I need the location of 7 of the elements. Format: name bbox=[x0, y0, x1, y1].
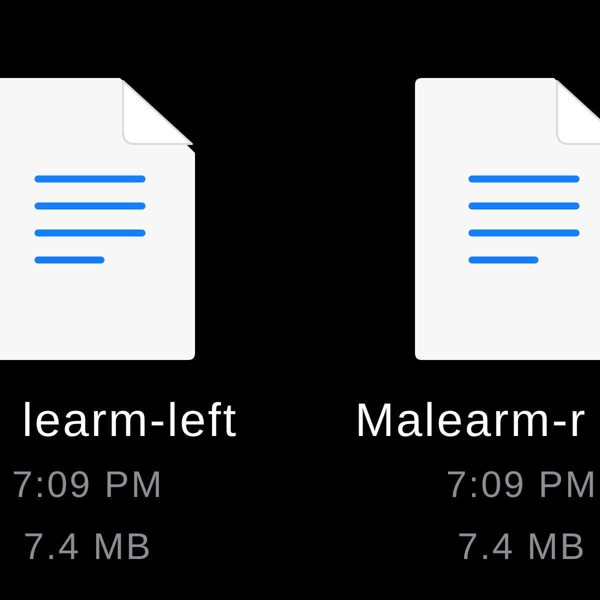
file-size: 7.4 MB bbox=[23, 525, 153, 569]
file-name: learm-left bbox=[22, 392, 238, 448]
file-time: 7:09 PM bbox=[12, 463, 164, 507]
file-time: 7:09 PM bbox=[446, 463, 598, 507]
file-size: 7.4 MB bbox=[457, 525, 587, 569]
document-icon[interactable] bbox=[0, 78, 195, 360]
file-name: Malearm-r bbox=[355, 392, 588, 448]
